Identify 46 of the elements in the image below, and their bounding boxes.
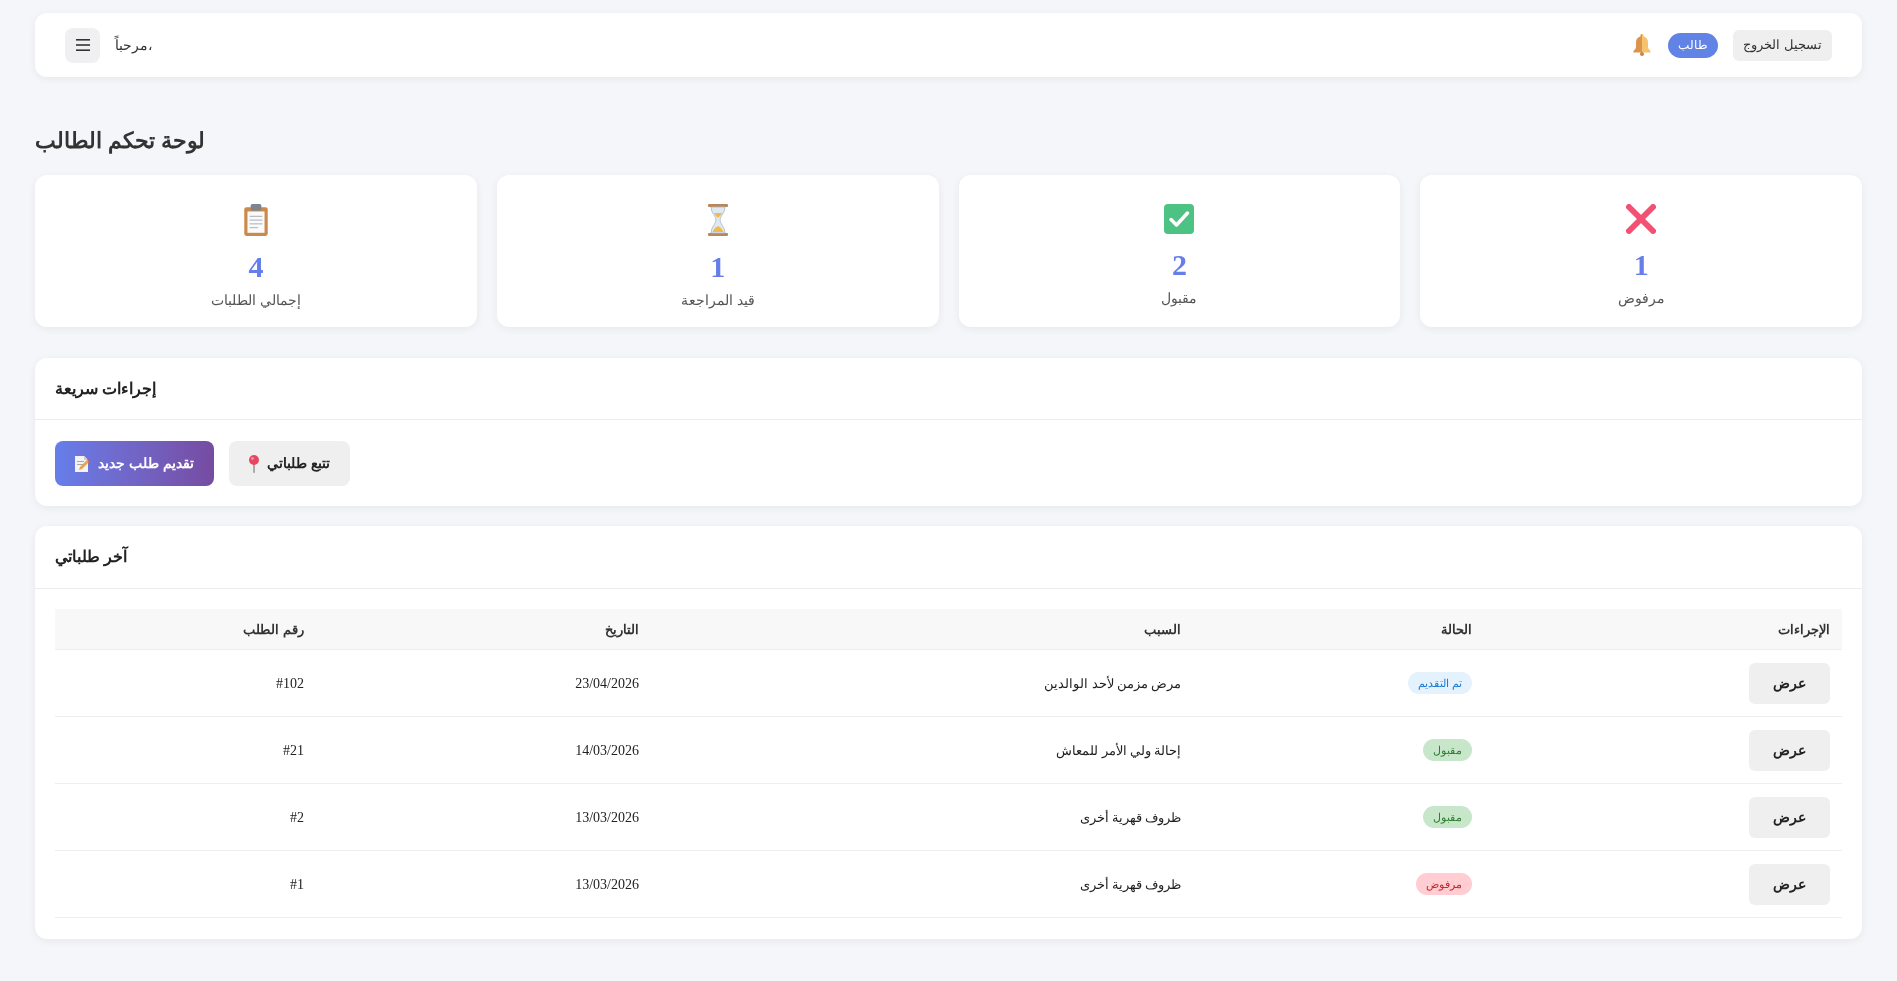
- request-number: #1: [290, 877, 304, 892]
- view-button[interactable]: عرض: [1749, 729, 1830, 771]
- request-date: 14/03/2026: [575, 743, 639, 758]
- stat-label: مرفوض: [1617, 289, 1665, 308]
- view-button[interactable]: عرض: [1749, 863, 1830, 905]
- request-reason: مرض مزمن لأحد الوالدين: [1044, 676, 1181, 691]
- menu-button[interactable]: [65, 27, 100, 63]
- request-reason: ظروف قهرية أخرى: [1079, 810, 1181, 825]
- new-request-button[interactable]: تقديم طلب جديد: [55, 441, 214, 486]
- view-button[interactable]: عرض: [1749, 662, 1830, 704]
- stat-label: قيد المراجعة: [680, 291, 755, 310]
- stat-label: إجمالي الطلبات: [210, 291, 301, 310]
- column-header: الإجراءات: [1778, 622, 1830, 637]
- request-number: #2: [290, 810, 304, 825]
- greeting-text: مرحباً،: [115, 34, 153, 56]
- stat-value: 1: [710, 249, 726, 285]
- stat-label: مقبول: [1161, 289, 1198, 308]
- bell-icon[interactable]: [1631, 34, 1654, 56]
- status-pill: مرفوض: [1416, 873, 1472, 895]
- column-header: السبب: [1144, 622, 1181, 637]
- column-header: الحالة: [1441, 622, 1472, 637]
- logout-button[interactable]: تسجيل الخروج: [1733, 29, 1832, 61]
- column-header: رقم الطلب: [243, 622, 304, 637]
- page-title: لوحة تحكم الطالب: [35, 127, 206, 155]
- request-reason: ظروف قهرية أخرى: [1079, 877, 1181, 892]
- status-pill: مقبول: [1423, 739, 1472, 761]
- status-pill: تم التقديم: [1407, 672, 1472, 694]
- request-date: 13/03/2026: [575, 877, 639, 892]
- view-button[interactable]: عرض: [1749, 796, 1830, 838]
- document-pencil-icon: [75, 455, 90, 472]
- stat-value: 1: [1633, 247, 1649, 283]
- request-number: #21: [283, 743, 304, 758]
- status-pill: مقبول: [1423, 806, 1472, 828]
- stat-value: 2: [1171, 247, 1187, 283]
- stat-value: 4: [248, 249, 264, 285]
- card-title: إجراءات سريعة: [55, 378, 157, 401]
- column-header: التاريخ: [605, 622, 639, 637]
- pin-icon: [248, 454, 259, 473]
- request-number: #102: [276, 676, 304, 691]
- role-badge: طالب: [1668, 32, 1719, 58]
- menu-icon: [75, 39, 90, 51]
- request-date: 13/03/2026: [575, 810, 639, 825]
- card-title: آخر طلباتي: [55, 545, 128, 569]
- request-date: 23/04/2026: [575, 676, 639, 691]
- track-requests-button[interactable]: تتبع طلباتي: [228, 441, 350, 486]
- request-reason: إحالة ولي الأمر للمعاش: [1056, 743, 1181, 758]
